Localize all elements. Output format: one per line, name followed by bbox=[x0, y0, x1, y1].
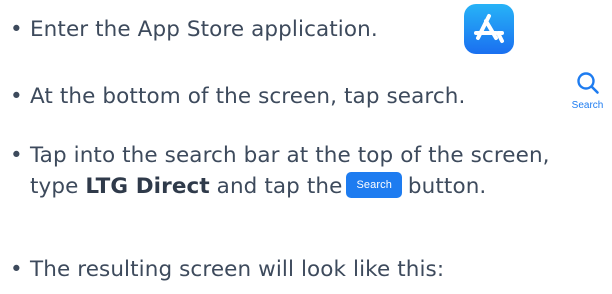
search-tab-icon: Search bbox=[565, 70, 610, 120]
step-1: • Enter the App Store application. bbox=[10, 14, 610, 48]
step-3: • Tap into the search bar at the top of … bbox=[10, 140, 610, 235]
step-3-text-middle: and tap the bbox=[209, 174, 343, 199]
step-2-text: At the bottom of the screen, tap search. bbox=[30, 84, 466, 109]
step-3-bold-text: LTG Direct bbox=[85, 174, 210, 199]
app-store-icon bbox=[464, 4, 514, 54]
search-tab-label: Search bbox=[571, 100, 604, 111]
step-2: • At the bottom of the screen, tap searc… bbox=[10, 81, 610, 115]
step-4-text: The resulting screen will look like this… bbox=[30, 257, 445, 282]
step-3-text: Tap into the search bar at the top of th… bbox=[30, 140, 600, 202]
search-button: Search bbox=[346, 172, 402, 198]
app-store-glyph-icon bbox=[474, 14, 504, 43]
step-4: • The resulting screen will look like th… bbox=[10, 254, 610, 288]
bullet: • bbox=[10, 257, 23, 282]
bullet: • bbox=[10, 143, 23, 168]
bullet: • bbox=[10, 84, 23, 109]
bullet: • bbox=[10, 17, 23, 42]
magnifying-glass-icon bbox=[576, 72, 599, 94]
step-1-text: Enter the App Store application. bbox=[30, 17, 378, 42]
step-3-text-after: button. bbox=[407, 174, 487, 199]
